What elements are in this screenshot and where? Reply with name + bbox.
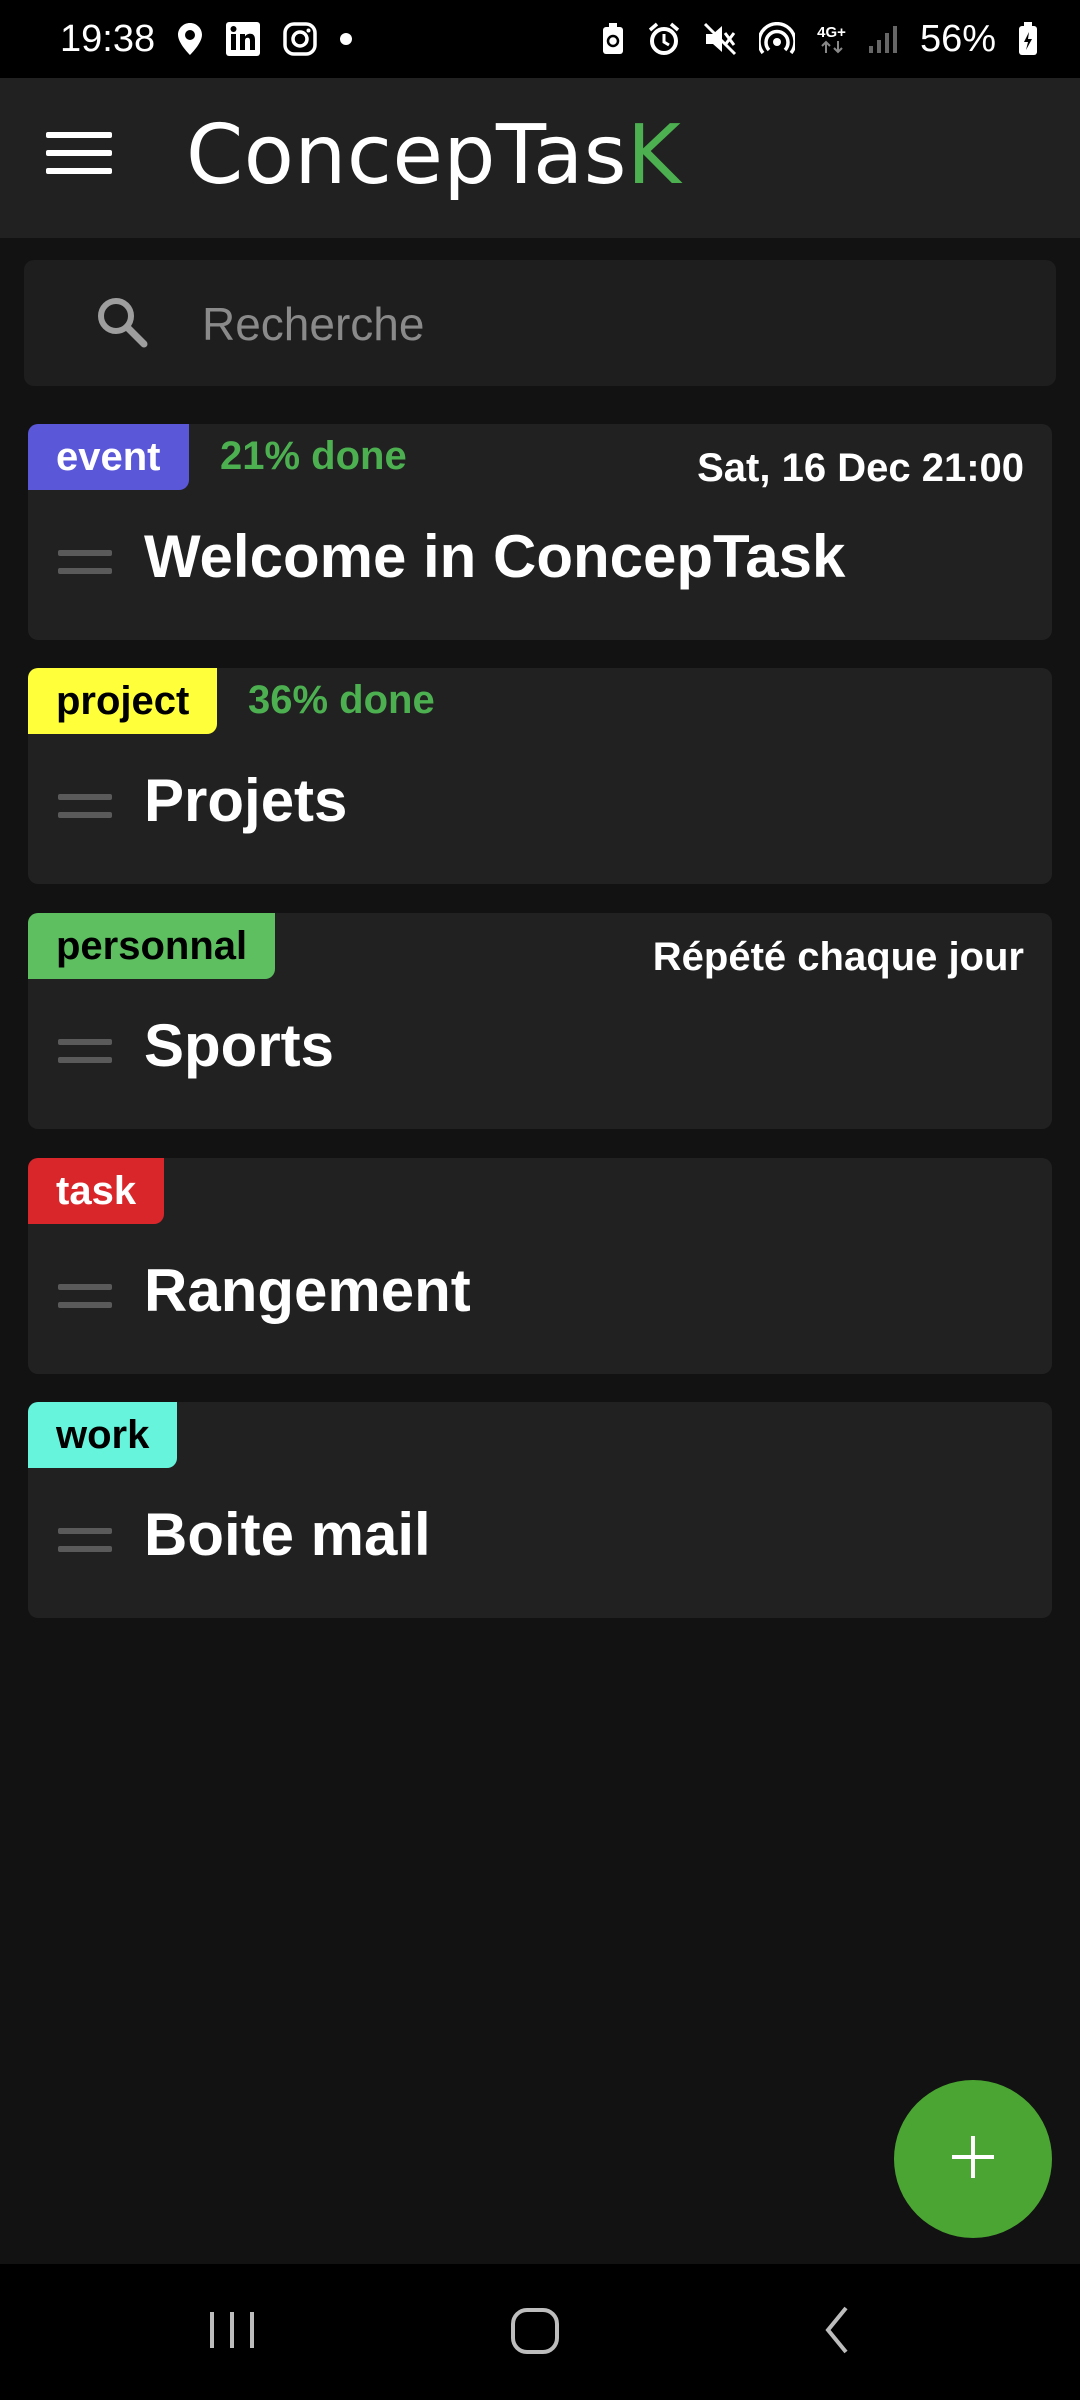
back-icon[interactable] [818, 2298, 858, 2367]
drag-handle-icon[interactable] [58, 1284, 112, 1320]
dot-icon [339, 32, 353, 46]
status-bar: 19:38 4G+ 56% [0, 0, 1080, 78]
task-progress: 36% done [248, 677, 435, 722]
app-logo-text: ConcepTas [186, 108, 627, 203]
location-icon [177, 22, 203, 56]
task-title: Rangement [144, 1257, 471, 1324]
task-tag: work [28, 1402, 178, 1468]
task-tag: task [28, 1158, 165, 1224]
task-title: Welcome in ConcepTask [144, 523, 846, 590]
task-card[interactable]: project 36% done Projets [28, 668, 1052, 884]
add-task-button[interactable] [894, 2080, 1052, 2238]
search-bar[interactable] [24, 260, 1056, 386]
battery-percentage: 56% [919, 17, 996, 60]
task-repeat: Répété chaque jour [652, 934, 1024, 979]
navigation-bar [0, 2264, 1080, 2400]
status-bar-right: 4G+ 56% [601, 18, 1038, 61]
menu-button[interactable] [46, 132, 112, 184]
task-tag: personnal [28, 913, 276, 979]
task-card[interactable]: work Boite mail [28, 1402, 1052, 1618]
task-progress: 21% done [220, 433, 407, 478]
task-due-date: Sat, 16 Dec 21:00 [697, 445, 1024, 490]
status-time: 19:38 [60, 17, 156, 60]
task-title: Boite mail [144, 1501, 431, 1568]
app-logo: ConcepTasK [186, 108, 681, 203]
drag-handle-icon[interactable] [58, 1039, 112, 1075]
hotspot-icon [759, 22, 796, 56]
signal-icon [868, 24, 898, 54]
plus-icon [948, 2132, 998, 2187]
network-4g-icon: 4G+ [817, 25, 846, 54]
alarm-icon [647, 22, 681, 56]
app-bar: ConcepTasK [0, 78, 1080, 238]
task-tag: event [28, 424, 189, 490]
task-title: Projets [144, 767, 348, 834]
task-card[interactable]: personnal Répété chaque jour Sports [28, 913, 1052, 1129]
drag-handle-icon[interactable] [58, 794, 112, 830]
linkedin-icon [225, 21, 261, 57]
task-title: Sports [144, 1012, 335, 1079]
drag-handle-icon[interactable] [58, 1528, 112, 1564]
app-logo-accent: K [626, 108, 682, 203]
status-bar-left: 19:38 [60, 18, 353, 61]
instagram-icon [283, 22, 317, 56]
search-icon [94, 294, 150, 355]
search-input[interactable] [200, 290, 1004, 358]
task-card[interactable]: event 21% done Sat, 16 Dec 21:00 Welcome… [28, 424, 1052, 640]
home-icon[interactable] [508, 2298, 564, 2367]
battery-icon [1018, 22, 1038, 56]
drag-handle-icon[interactable] [58, 550, 112, 586]
mute-icon [703, 22, 737, 56]
task-card[interactable]: task Rangement [28, 1158, 1052, 1374]
task-tag: project [28, 668, 218, 734]
hamburger-icon [46, 132, 112, 174]
recents-icon[interactable] [206, 2298, 258, 2367]
battery-saver-icon [601, 22, 625, 56]
